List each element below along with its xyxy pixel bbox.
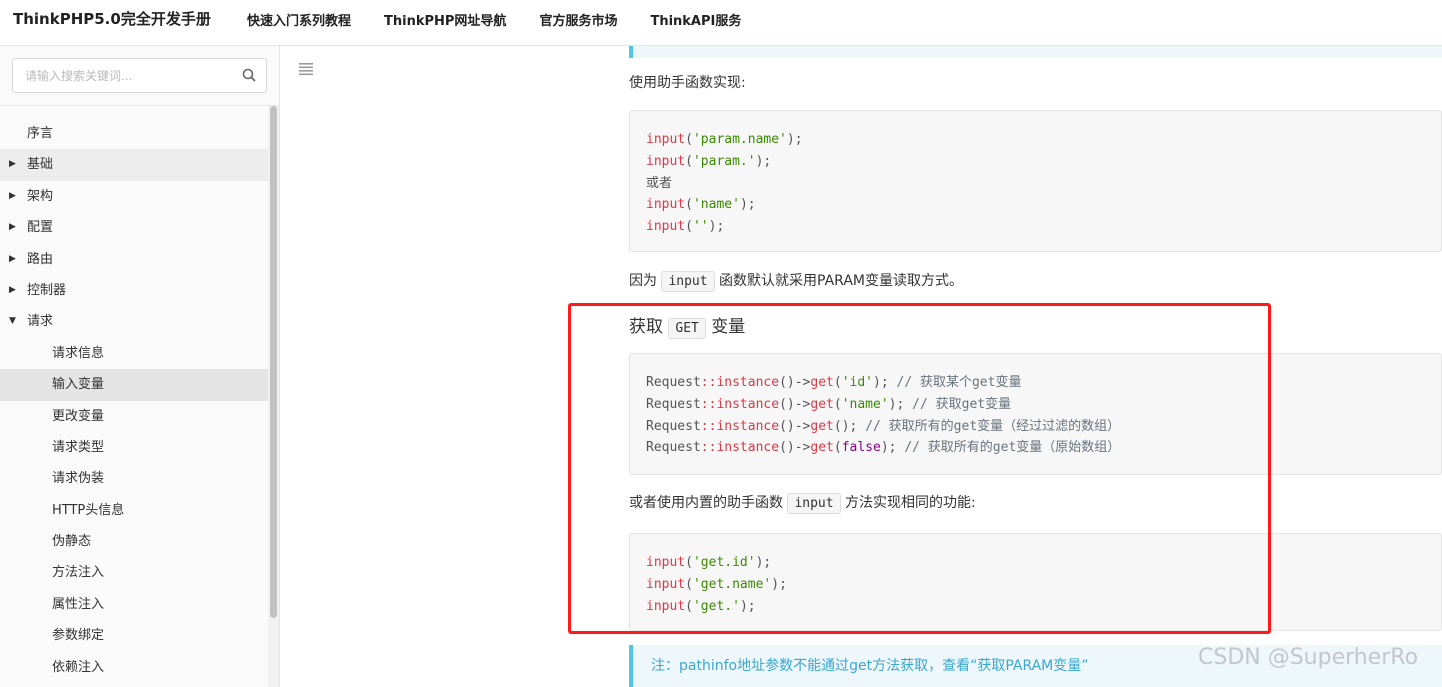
sidebar-item-label: 序言 bbox=[27, 126, 54, 141]
code-string: 'param.name' bbox=[692, 132, 787, 147]
para-text: 因为 bbox=[629, 273, 657, 289]
sidebar-item[interactable]: ▶ 配置 bbox=[0, 212, 268, 243]
caret-right-icon[interactable]: ▶ bbox=[9, 244, 16, 275]
sidebar-item[interactable]: 请求类型 bbox=[0, 432, 268, 463]
para-text: 函数默认就采用PARAM变量读取方式。 bbox=[719, 273, 963, 289]
top-nav: 快速入门系列教程 ThinkPHP网址导航 官方服务市场 ThinkAPI服务 bbox=[247, 10, 774, 29]
paragraph-input-default: 因为 input 函数默认就采用PARAM变量读取方式。 bbox=[629, 270, 963, 292]
code-string: 'name' bbox=[692, 197, 740, 213]
sidebar-item[interactable]: ▶ 基础 bbox=[0, 149, 268, 181]
sidebar-item-label: 伪静态 bbox=[52, 534, 92, 550]
top-header: ThinkPHP5.0完全开发手册 快速入门系列教程 ThinkPHP网址导航 … bbox=[0, 0, 1442, 46]
caret-right-icon[interactable]: ▶ bbox=[9, 275, 16, 306]
sidebar-item[interactable]: 请求信息 bbox=[0, 338, 268, 369]
caret-down-icon[interactable]: ▼ bbox=[9, 306, 16, 337]
sidebar-item[interactable]: 依赖注入 bbox=[0, 652, 268, 683]
sidebar-item-label: 参数绑定 bbox=[52, 628, 105, 644]
nav-link-market[interactable]: 官方服务市场 bbox=[539, 10, 617, 29]
sidebar-item-label: 输入变量 bbox=[52, 377, 105, 393]
search-icon[interactable] bbox=[242, 68, 256, 82]
code-fn: input bbox=[646, 197, 686, 213]
nav-link-thinkapi[interactable]: ThinkAPI服务 bbox=[650, 10, 741, 29]
caret-right-icon[interactable]: ▶ bbox=[9, 149, 16, 180]
nav-link-quickstart[interactable]: 快速入门系列教程 bbox=[247, 10, 351, 29]
sidebar-item[interactable]: 参数绑定 bbox=[0, 620, 268, 651]
red-highlight-annotation bbox=[568, 303, 1271, 634]
sidebar-item[interactable]: 伪静态 bbox=[0, 526, 268, 557]
sidebar-item-label: 方法注入 bbox=[52, 565, 105, 581]
sidebar-item[interactable]: ▶ 路由 bbox=[0, 244, 268, 275]
sidebar: 序言 ▶ 基础 ▶ 架构 ▶ 配置 ▶ 路由 ▶ 控制器 ▼ 请求请求信息输入变量更改变量请求类型请求伪… bbox=[0, 46, 280, 687]
paragraph-helper-intro: 使用助手函数实现: bbox=[629, 75, 746, 91]
brand-title[interactable]: ThinkPHP5.0完全开发手册 bbox=[13, 8, 211, 29]
sidebar-item[interactable]: 方法注入 bbox=[0, 557, 268, 588]
sidebar-item-label: 请求类型 bbox=[52, 439, 105, 455]
sidebar-item-label: 请求 bbox=[27, 314, 54, 330]
nav-link-directory[interactable]: ThinkPHP网址导航 bbox=[384, 10, 506, 29]
caret-right-icon[interactable]: ▶ bbox=[9, 212, 16, 243]
sidebar-item-label: 基础 bbox=[27, 157, 54, 173]
search-box[interactable] bbox=[12, 58, 267, 93]
code-string: 'param.' bbox=[692, 153, 756, 169]
sidebar-item[interactable]: 属性注入 bbox=[0, 589, 268, 620]
sidebar-item[interactable]: 请求伪装 bbox=[0, 463, 268, 494]
inline-code-input: input bbox=[661, 271, 715, 292]
code-text-or: 或者 bbox=[646, 175, 673, 191]
sidebar-scrollbar[interactable] bbox=[268, 106, 279, 687]
sidebar-item-label: 请求信息 bbox=[52, 345, 105, 361]
code-string: '' bbox=[692, 219, 709, 235]
code-fn: input bbox=[646, 153, 686, 169]
sidebar-scroll-thumb[interactable] bbox=[270, 106, 277, 618]
table-of-contents: 序言 ▶ 基础 ▶ 架构 ▶ 配置 ▶ 路由 ▶ 控制器 ▼ 请求 请求信息 输入变量 更改变量 请求类型 请求伪… bbox=[0, 118, 268, 683]
sidebar-item-label: 请求伪装 bbox=[52, 471, 105, 487]
sidebar-item[interactable]: 输入变量 bbox=[0, 369, 268, 401]
sidebar-item-label: 路由 bbox=[27, 251, 54, 267]
code-block-helper: input('param.name'); input('param.'); 或者… bbox=[629, 110, 1442, 252]
sidebar-item[interactable]: 更改变量 bbox=[0, 401, 268, 432]
sidebar-item[interactable]: ▶ 控制器 bbox=[0, 275, 268, 306]
sidebar-item-label: 依赖注入 bbox=[52, 659, 105, 675]
sidebar-item-label: 属性注入 bbox=[52, 596, 105, 612]
code-fn: input bbox=[646, 132, 686, 147]
sidebar-item-label: 更改变量 bbox=[52, 408, 105, 424]
sidebar-item[interactable]: ▼ 请求 bbox=[0, 306, 268, 337]
code-fn: input bbox=[646, 219, 686, 235]
tip-block-top bbox=[629, 46, 1442, 58]
sidebar-item[interactable]: ▶ 架构 bbox=[0, 181, 268, 212]
sidebar-item-label: 控制器 bbox=[27, 282, 67, 298]
caret-right-icon[interactable]: ▶ bbox=[9, 181, 16, 212]
watermark-text: CSDN @SuperherRo bbox=[1198, 645, 1419, 670]
sidebar-item[interactable]: HTTP头信息 bbox=[0, 495, 268, 526]
menu-toggle-icon[interactable] bbox=[299, 62, 313, 76]
sidebar-item-label: 架构 bbox=[27, 188, 54, 204]
sidebar-item-label: HTTP头信息 bbox=[52, 502, 125, 518]
sidebar-item[interactable]: 序言 bbox=[0, 118, 268, 149]
search-input[interactable] bbox=[13, 59, 233, 92]
sidebar-item-label: 配置 bbox=[27, 220, 54, 236]
search-area bbox=[0, 46, 279, 106]
